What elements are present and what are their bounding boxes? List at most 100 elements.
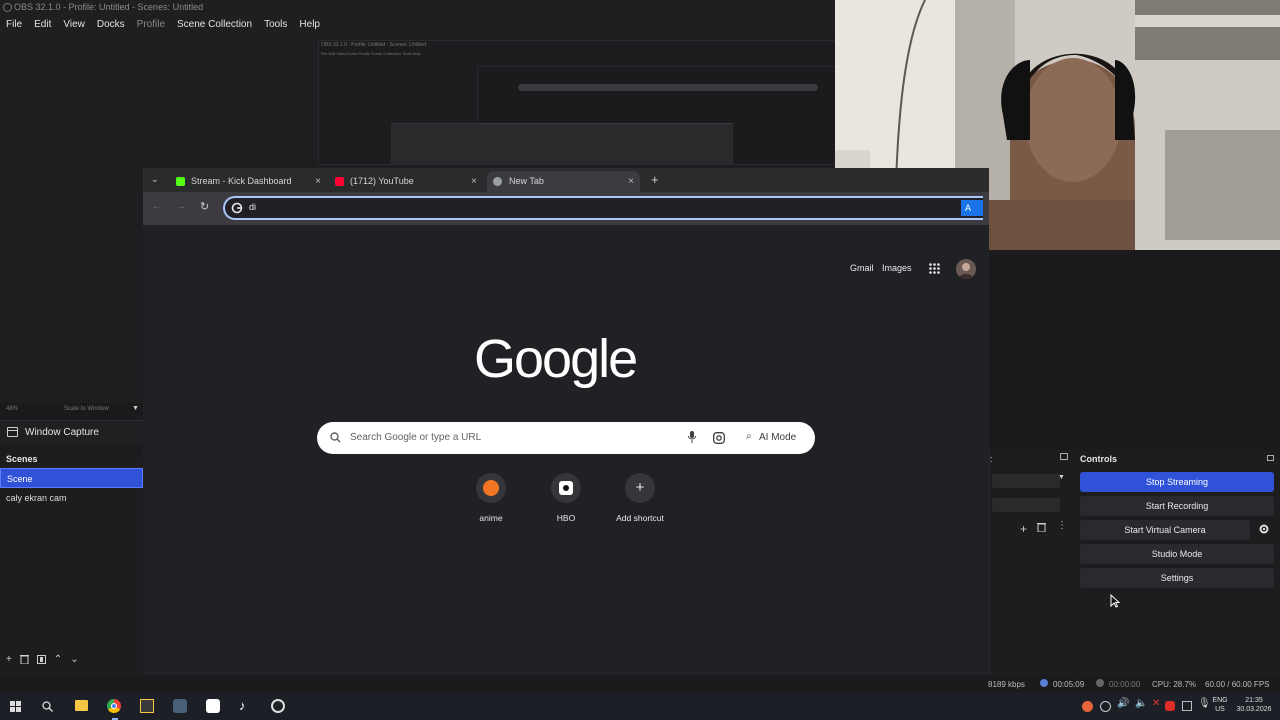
tab-new-tab[interactable]: New Tab ×: [487, 171, 640, 192]
delete-transition-icon[interactable]: [1037, 522, 1046, 532]
app-icon[interactable]: [173, 699, 187, 713]
transition-select[interactable]: [992, 474, 1060, 488]
delete-scene-icon[interactable]: [19, 654, 29, 664]
float-dock-icon[interactable]: [1267, 455, 1274, 461]
source-name: Window Capture: [25, 427, 99, 438]
omnibox-input[interactable]: di: [249, 202, 256, 212]
ai-mode-chip[interactable]: A: [961, 200, 983, 216]
mouse-cursor-icon: [1110, 594, 1120, 608]
ai-mode-button[interactable]: AI Mode: [759, 432, 796, 443]
shortcut-tile[interactable]: + Add shortcut: [610, 473, 670, 523]
forward-icon[interactable]: →: [176, 201, 186, 212]
close-icon[interactable]: ×: [471, 171, 477, 192]
tray-app-icon[interactable]: [1100, 701, 1111, 712]
search-icon[interactable]: [42, 701, 53, 712]
chrome-window: ⌄ Stream - Kick Dashboard × (1712) YouTu…: [143, 168, 989, 675]
zoom-mode-select[interactable]: Scale to Window: [64, 403, 109, 415]
shortcut-label: anime: [479, 513, 503, 523]
clock[interactable]: 21:35 30.03.2026: [1234, 696, 1274, 714]
close-icon[interactable]: ×: [315, 171, 321, 192]
obs-taskbar-icon[interactable]: [271, 699, 285, 713]
cpu-usage: CPU: 28.7%: [1152, 680, 1197, 689]
microphone-muted-icon[interactable]: ✕: [1152, 698, 1160, 709]
float-dock-icon[interactable]: [1060, 453, 1068, 460]
stop-streaming-button[interactable]: Stop Streaming: [1080, 472, 1274, 492]
nested-address-bar: [518, 84, 818, 91]
menu-docks[interactable]: Docks: [97, 19, 125, 30]
microphone-icon[interactable]: 🎙: [1198, 698, 1211, 709]
streaming-indicator-icon: [1040, 679, 1048, 687]
controls-dock: Controls Stop Streaming Start Recording …: [1076, 450, 1280, 675]
hbo-icon: [551, 473, 581, 503]
file-explorer-icon[interactable]: [75, 700, 88, 711]
scenes-header: Scenes: [6, 454, 38, 464]
omnibox[interactable]: di A: [223, 196, 983, 220]
record-time: 00:00:00: [1109, 680, 1141, 689]
close-icon[interactable]: ×: [628, 171, 634, 192]
tab-kick-dashboard[interactable]: Stream - Kick Dashboard ×: [176, 171, 321, 192]
clock-time: 21:35: [1245, 697, 1263, 704]
recording-indicator-icon: [1096, 679, 1104, 687]
chrome-taskbar-icon[interactable]: [107, 699, 121, 713]
microphone-icon[interactable]: [688, 431, 696, 443]
menu-help[interactable]: Help: [299, 19, 320, 30]
recording-tray-icon[interactable]: [1165, 701, 1175, 711]
studio-mode-button[interactable]: Studio Mode: [1080, 544, 1274, 564]
shortcut-tile[interactable]: HBO: [536, 473, 596, 523]
duration-spinbox[interactable]: [992, 498, 1060, 512]
media-player-icon[interactable]: [140, 699, 154, 713]
tab-search-chevron-icon[interactable]: ⌄: [151, 174, 159, 185]
more-options-icon[interactable]: ⋮: [1057, 520, 1067, 531]
ai-chip-label: A: [965, 203, 972, 213]
chevron-down-icon[interactable]: ▼: [1058, 474, 1065, 481]
google-apps-icon[interactable]: [929, 263, 940, 274]
scene-label: caly ekran cam: [6, 493, 67, 503]
window-capture-icon: [7, 427, 18, 437]
images-link[interactable]: Images: [882, 263, 912, 273]
shortcut-tile[interactable]: anime: [461, 473, 521, 523]
scene-item[interactable]: caly ekran cam: [0, 488, 143, 508]
stream-time: 00:05:09: [1053, 680, 1085, 689]
reload-icon[interactable]: ↻: [200, 200, 209, 213]
scene-label: Scene: [7, 474, 33, 484]
capcut-icon[interactable]: [206, 699, 220, 713]
menu-file[interactable]: File: [6, 19, 22, 30]
zoom-value[interactable]: 48%: [6, 406, 18, 412]
menu-view[interactable]: View: [63, 19, 85, 30]
speaker-icon[interactable]: 🔈: [1135, 698, 1147, 709]
menu-profile[interactable]: Profile: [137, 19, 165, 30]
search-placeholder[interactable]: Search Google or type a URL: [350, 432, 481, 443]
new-tab-icon[interactable]: +: [651, 172, 659, 187]
gear-icon[interactable]: [1258, 523, 1270, 535]
kick-icon: [176, 177, 185, 186]
tray-app-icon[interactable]: [1082, 701, 1093, 712]
google-lens-icon[interactable]: [713, 432, 725, 444]
gmail-link[interactable]: Gmail: [850, 263, 874, 273]
tray-app-icon[interactable]: [1182, 701, 1192, 711]
menu-scene-collection[interactable]: Scene Collection: [177, 19, 252, 30]
preview-zoom-bar: 48% Scale to Window ▼: [0, 403, 143, 415]
add-scene-icon[interactable]: +: [6, 654, 12, 665]
move-down-icon[interactable]: ⌄: [70, 654, 78, 665]
search-box[interactable]: Search Google or type a URL ⌕ AI Mode: [317, 422, 815, 454]
filters-icon[interactable]: [36, 654, 46, 664]
menu-edit[interactable]: Edit: [34, 19, 51, 30]
add-transition-icon[interactable]: +: [1020, 522, 1027, 536]
speaker-icon[interactable]: 🔊: [1117, 698, 1129, 709]
menu-tools[interactable]: Tools: [264, 19, 287, 30]
tiktok-icon[interactable]: ♪: [239, 698, 246, 713]
recursive-capture-preview: OBS 32.1.0 - Profile: Untitled - Scenes:…: [318, 40, 838, 165]
language-indicator[interactable]: ENG US: [1212, 696, 1228, 714]
move-up-icon[interactable]: ⌃: [54, 654, 62, 665]
start-recording-button[interactable]: Start Recording: [1080, 496, 1274, 516]
avatar[interactable]: [956, 259, 976, 279]
scene-item[interactable]: Scene: [0, 468, 143, 488]
dock-fragment-label: :: [990, 454, 993, 464]
start-virtual-camera-button[interactable]: Start Virtual Camera: [1080, 520, 1250, 540]
settings-button[interactable]: Settings: [1080, 568, 1274, 588]
tab-youtube[interactable]: (1712) YouTube ×: [335, 171, 477, 192]
transitions-dock: : ▼ + ⋮: [989, 450, 1075, 675]
windows-start-icon[interactable]: [10, 701, 21, 712]
chevron-down-icon[interactable]: ▼: [132, 403, 139, 415]
back-icon[interactable]: ←: [152, 201, 162, 212]
